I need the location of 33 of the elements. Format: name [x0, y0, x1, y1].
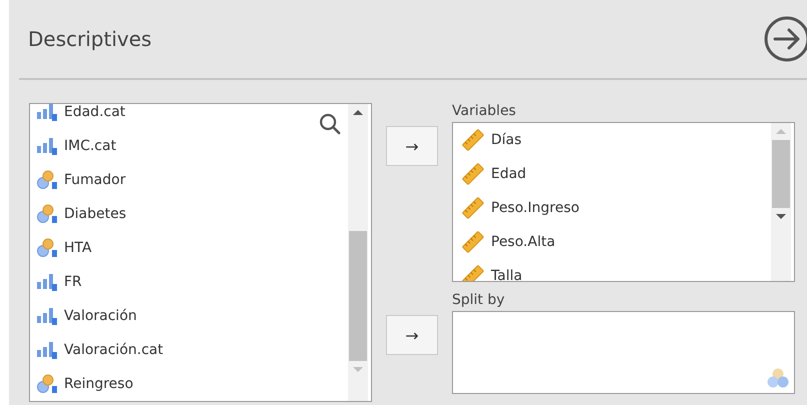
variable-item[interactable]: Peso.Alta: [453, 225, 768, 259]
variable-item[interactable]: IMC.cat: [30, 129, 347, 163]
move-button[interactable]: →: [386, 315, 438, 355]
move-button[interactable]: →: [386, 126, 438, 166]
ordinal-variable-icon: [36, 306, 58, 326]
scroll-up-icon[interactable]: [353, 110, 363, 115]
panel-title: Descriptives: [28, 27, 152, 51]
target-label: Split by: [452, 292, 506, 308]
variable-item[interactable]: Valoración.cat: [30, 333, 347, 367]
variable-item[interactable]: Reingreso: [30, 367, 347, 401]
variable-item[interactable]: Días: [453, 123, 768, 157]
variable-item[interactable]: Talla: [453, 259, 768, 281]
variable-item[interactable]: Fumador: [30, 163, 347, 197]
nominal-variable-icon: [36, 238, 58, 258]
variable-item[interactable]: FR: [30, 265, 347, 299]
ordinal-variable-icon: [36, 272, 58, 292]
ordinal-variable-icon: [36, 340, 58, 360]
variable-item[interactable]: Edad: [453, 157, 768, 191]
scrollbar[interactable]: [348, 104, 368, 401]
variable-item[interactable]: Valoración: [30, 299, 347, 333]
variable-types-icon: [766, 367, 790, 389]
ordinal-variable-icon: [36, 136, 58, 156]
variable-item[interactable]: Diabetes: [30, 197, 347, 231]
ordinal-variable-icon: [36, 104, 58, 122]
scroll-down-icon[interactable]: [776, 214, 786, 219]
nominal-variable-icon: [36, 170, 58, 190]
nominal-variable-icon: [36, 204, 58, 224]
variable-item[interactable]: HTA: [30, 231, 347, 265]
nominal-variable-icon: [36, 374, 58, 394]
variable-item[interactable]: Peso.Ingreso: [453, 191, 768, 225]
variable-item[interactable]: Edad.cat: [30, 104, 347, 129]
scrollbar[interactable]: [771, 123, 791, 281]
target-label: Variables: [452, 103, 517, 119]
